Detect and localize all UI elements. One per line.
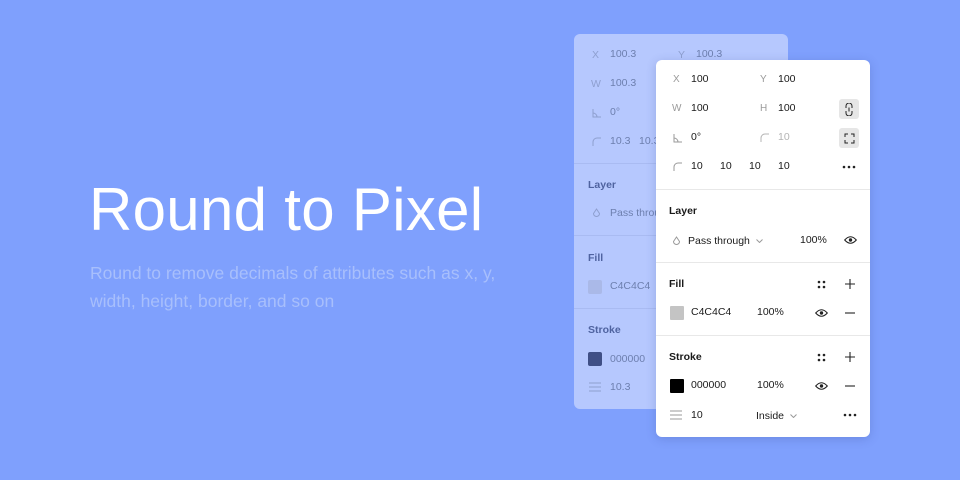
y-field[interactable]: 100 bbox=[778, 73, 796, 85]
more-icon bbox=[843, 408, 857, 422]
radius-field[interactable]: 10 bbox=[778, 131, 790, 143]
remove-stroke-button[interactable] bbox=[840, 376, 860, 396]
stroke-weight: 10.3 bbox=[610, 381, 631, 393]
fill-color: C4C4C4 bbox=[610, 280, 651, 292]
style-grid-icon bbox=[814, 350, 828, 364]
stroke-title: Stroke bbox=[588, 324, 621, 336]
rotation-field[interactable]: 0° bbox=[691, 131, 701, 143]
layer-opacity-field[interactable]: 100% bbox=[800, 234, 827, 246]
x-label: X bbox=[592, 49, 600, 61]
blend-mode: Pass throu bbox=[610, 207, 661, 219]
x-label: X bbox=[673, 74, 680, 85]
w-label: W bbox=[591, 78, 601, 90]
divider bbox=[656, 262, 870, 263]
layer-title: Layer bbox=[669, 205, 698, 217]
stroke-visibility-toggle[interactable] bbox=[811, 376, 831, 396]
minus-icon bbox=[843, 379, 857, 393]
minus-icon bbox=[843, 306, 857, 320]
stroke-color: 000000 bbox=[610, 353, 646, 365]
plus-icon bbox=[843, 277, 857, 291]
stroke-styles-button[interactable] bbox=[811, 347, 831, 367]
rotation-value: 0° bbox=[610, 106, 621, 118]
blend-drop-icon bbox=[671, 234, 682, 248]
corner-bottom-left-field[interactable]: 10 bbox=[778, 160, 790, 172]
layer-visibility-toggle[interactable] bbox=[840, 230, 860, 250]
x-field[interactable]: 100 bbox=[691, 73, 709, 85]
x-value: 100.3 bbox=[610, 48, 637, 60]
corner-radius-icon bbox=[592, 137, 602, 147]
w-label: W bbox=[672, 103, 682, 114]
independent-corners-button[interactable] bbox=[839, 128, 859, 148]
stroke-position-dropdown[interactable]: Inside bbox=[756, 409, 797, 423]
y-value: 100.3 bbox=[696, 48, 723, 60]
blend-mode-value: Pass through bbox=[688, 235, 750, 247]
corner-top-right-field[interactable]: 10 bbox=[720, 160, 732, 172]
eye-icon bbox=[814, 306, 828, 320]
fill-title: Fill bbox=[669, 278, 685, 290]
stroke-weight-field[interactable]: 10 bbox=[691, 409, 703, 421]
style-grid-icon bbox=[814, 277, 828, 291]
h-label: H bbox=[760, 103, 768, 114]
y-label: Y bbox=[760, 74, 767, 85]
corner-options-button[interactable] bbox=[839, 157, 859, 177]
w-value: 100.3 bbox=[610, 77, 637, 89]
divider bbox=[656, 335, 870, 336]
fill-color-swatch[interactable] bbox=[670, 306, 684, 320]
stroke-color-swatch[interactable] bbox=[670, 379, 684, 393]
layer-title: Layer bbox=[588, 179, 617, 191]
stroke-position-value: Inside bbox=[756, 410, 785, 422]
blend-drop-icon bbox=[592, 208, 601, 218]
constrain-proportions-icon bbox=[842, 102, 856, 116]
plus-icon bbox=[843, 350, 857, 364]
fill-opacity-field[interactable]: 100% bbox=[757, 306, 784, 318]
hero-title: Round to Pixel bbox=[89, 176, 484, 243]
blend-mode-dropdown[interactable]: Pass through bbox=[671, 234, 764, 248]
stroke-weight-icon bbox=[670, 410, 682, 420]
eye-icon bbox=[843, 233, 857, 247]
more-icon bbox=[842, 160, 856, 174]
stroke-title: Stroke bbox=[669, 351, 702, 363]
stroke-weight-icon bbox=[589, 382, 601, 392]
corner-bottom-right-field[interactable]: 10 bbox=[749, 160, 761, 172]
add-stroke-button[interactable] bbox=[840, 347, 860, 367]
radius-value: 10.3 bbox=[610, 135, 631, 147]
fill-visibility-toggle[interactable] bbox=[811, 303, 831, 323]
add-fill-button[interactable] bbox=[840, 274, 860, 294]
corner-top-left-field[interactable]: 10 bbox=[691, 160, 703, 172]
height-field[interactable]: 100 bbox=[778, 102, 796, 114]
width-field[interactable]: 100 bbox=[691, 102, 709, 114]
rotation-icon bbox=[592, 108, 602, 118]
stroke-swatch bbox=[588, 352, 602, 366]
properties-panel: X 100 Y 100 W 100 H 100 0° 10 10 10 10 1… bbox=[656, 60, 870, 437]
corner-radius-icon bbox=[760, 133, 770, 143]
fill-styles-button[interactable] bbox=[811, 274, 831, 294]
stroke-opacity-field[interactable]: 100% bbox=[757, 379, 784, 391]
rotation-icon bbox=[673, 133, 683, 143]
hero-subtitle: Round to remove decimals of attributes s… bbox=[90, 263, 496, 311]
chevron-down-icon bbox=[756, 234, 764, 248]
chevron-down-icon bbox=[789, 409, 797, 423]
independent-corners-icon bbox=[842, 131, 856, 145]
eye-icon bbox=[814, 379, 828, 393]
fill-title: Fill bbox=[588, 252, 604, 264]
stroke-settings-button[interactable] bbox=[840, 405, 860, 425]
stroke-hex-field[interactable]: 000000 bbox=[691, 379, 726, 391]
fill-swatch bbox=[588, 280, 602, 294]
constrain-proportions-button[interactable] bbox=[839, 99, 859, 119]
fill-hex-field[interactable]: C4C4C4 bbox=[691, 306, 731, 318]
remove-fill-button[interactable] bbox=[840, 303, 860, 323]
corner-radius-icon bbox=[673, 162, 683, 172]
divider bbox=[656, 189, 870, 190]
